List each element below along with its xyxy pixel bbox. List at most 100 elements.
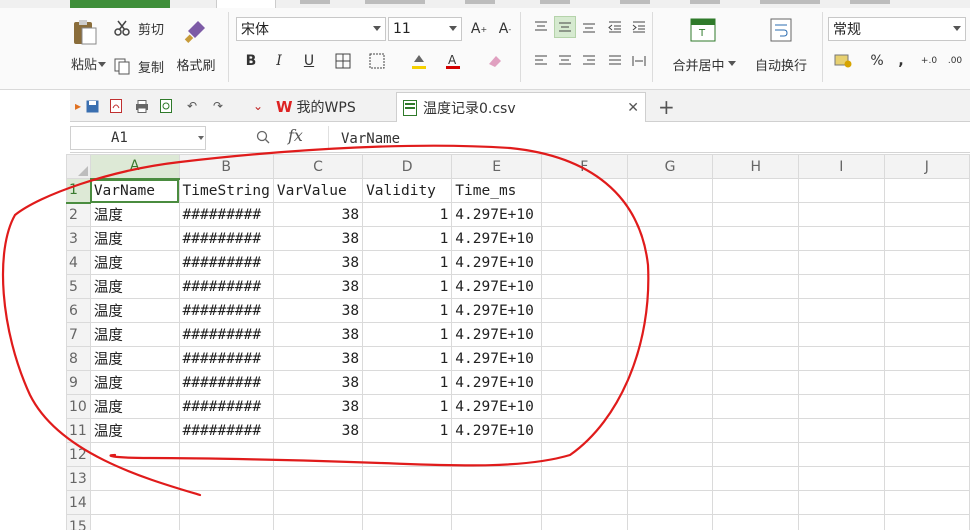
cell-g8[interactable] xyxy=(626,346,714,371)
cell-c8[interactable]: 38 xyxy=(272,346,364,371)
cell-b9[interactable]: ######### xyxy=(178,370,274,395)
cell-d11[interactable]: 1 xyxy=(362,418,453,443)
cell-g2[interactable] xyxy=(626,202,714,227)
cell-i13[interactable] xyxy=(798,466,885,491)
row-header[interactable]: 3 xyxy=(66,226,91,251)
cell-d8[interactable]: 1 xyxy=(362,346,453,371)
wrap-text-icon[interactable] xyxy=(766,16,796,44)
row-header[interactable]: 11 xyxy=(66,418,91,443)
print-icon[interactable] xyxy=(134,98,150,114)
distributed-align-icon[interactable] xyxy=(628,50,650,72)
cell-j13[interactable] xyxy=(883,466,970,491)
row-header[interactable]: 1 xyxy=(66,178,91,204)
row-header[interactable]: 8 xyxy=(66,346,91,371)
cell-a5[interactable]: 温度 xyxy=(89,274,180,299)
cell-e11[interactable]: 4.297E+10 xyxy=(451,418,543,443)
cell-i11[interactable] xyxy=(798,418,885,443)
cell-i2[interactable] xyxy=(798,202,885,227)
cell-c10[interactable]: 38 xyxy=(272,394,364,419)
tab-data[interactable] xyxy=(540,0,570,4)
italic-button[interactable]: I xyxy=(268,50,290,72)
tab-developer[interactable] xyxy=(760,0,820,4)
cell-c6[interactable]: 38 xyxy=(272,298,364,323)
cell-c7[interactable]: 38 xyxy=(272,322,364,347)
align-left-icon[interactable] xyxy=(530,50,552,72)
cell-h15[interactable] xyxy=(712,514,800,530)
cell-h5[interactable] xyxy=(712,274,800,299)
cell-f12[interactable] xyxy=(541,442,628,467)
cell-a13[interactable] xyxy=(89,466,180,491)
cell-fill-pattern-icon[interactable] xyxy=(366,50,388,72)
bold-button[interactable]: B xyxy=(240,50,262,72)
paste-icon[interactable] xyxy=(66,18,104,48)
cell-b8[interactable]: ######### xyxy=(178,346,274,371)
cell-a6[interactable]: 温度 xyxy=(89,298,180,323)
cell-h8[interactable] xyxy=(712,346,800,371)
cell-j4[interactable] xyxy=(883,250,970,275)
cell-f4[interactable] xyxy=(541,250,628,275)
tab-page-layout[interactable] xyxy=(365,0,425,4)
column-header-g[interactable]: G xyxy=(626,154,714,179)
cell-f8[interactable] xyxy=(541,346,628,371)
cell-g11[interactable] xyxy=(626,418,714,443)
cell-c3[interactable]: 38 xyxy=(272,226,364,251)
row-header[interactable]: 4 xyxy=(66,250,91,275)
cell-d5[interactable]: 1 xyxy=(362,274,453,299)
tab-insert[interactable] xyxy=(300,0,330,4)
cell-a15[interactable] xyxy=(89,514,180,530)
cell-h10[interactable] xyxy=(712,394,800,419)
cell-h14[interactable] xyxy=(712,490,800,515)
cell-e8[interactable]: 4.297E+10 xyxy=(451,346,543,371)
cell-g15[interactable] xyxy=(626,514,714,530)
increase-indent-icon[interactable] xyxy=(628,16,650,38)
cell-i3[interactable] xyxy=(798,226,885,251)
cell-g6[interactable] xyxy=(626,298,714,323)
cell-a14[interactable] xyxy=(89,490,180,515)
align-right-icon[interactable] xyxy=(578,50,600,72)
cell-a2[interactable]: 温度 xyxy=(89,202,180,227)
cell-a10[interactable]: 温度 xyxy=(89,394,180,419)
cell-f11[interactable] xyxy=(541,418,628,443)
cell-a9[interactable]: 温度 xyxy=(89,370,180,395)
cell-a7[interactable]: 温度 xyxy=(89,322,180,347)
cell-b4[interactable]: ######### xyxy=(178,250,274,275)
column-header-j[interactable]: J xyxy=(883,154,970,179)
align-center-icon[interactable] xyxy=(554,50,576,72)
number-format-select[interactable]: 常规 xyxy=(828,17,966,41)
insert-function-button[interactable]: fx xyxy=(288,126,303,145)
name-box[interactable]: A1 xyxy=(70,126,206,150)
row-header[interactable]: 5 xyxy=(66,274,91,299)
row-header[interactable]: 14 xyxy=(66,490,91,515)
cell-a12[interactable] xyxy=(89,442,180,467)
comma-style-button[interactable]: , xyxy=(890,50,912,72)
cell-c5[interactable]: 38 xyxy=(272,274,364,299)
decrease-decimal-button[interactable]: .00 xyxy=(944,50,966,72)
cell-j2[interactable] xyxy=(883,202,970,227)
cell-j14[interactable] xyxy=(883,490,970,515)
align-bottom-icon[interactable] xyxy=(578,16,600,38)
cell-e9[interactable]: 4.297E+10 xyxy=(451,370,543,395)
cell-g9[interactable] xyxy=(626,370,714,395)
cell-h2[interactable] xyxy=(712,202,800,227)
export-pdf-icon[interactable] xyxy=(108,98,124,114)
cell-i14[interactable] xyxy=(798,490,885,515)
cell-d2[interactable]: 1 xyxy=(362,202,453,227)
cell-g3[interactable] xyxy=(626,226,714,251)
column-header-h[interactable]: H xyxy=(712,154,800,179)
cell-h13[interactable] xyxy=(712,466,800,491)
cell-e15[interactable] xyxy=(451,514,543,530)
align-top-icon[interactable] xyxy=(530,16,552,38)
cell-f1[interactable] xyxy=(541,178,628,203)
cell-i4[interactable] xyxy=(798,250,885,275)
cell-e12[interactable] xyxy=(451,442,543,467)
print-preview-icon[interactable] xyxy=(158,98,174,114)
column-header-e[interactable]: E xyxy=(451,154,543,179)
percent-button[interactable]: % xyxy=(866,50,888,72)
cell-c9[interactable]: 38 xyxy=(272,370,364,395)
cell-e1[interactable]: Time_ms xyxy=(451,178,543,203)
cell-i1[interactable] xyxy=(798,178,885,203)
fill-color-icon[interactable] xyxy=(408,50,430,72)
cell-g14[interactable] xyxy=(626,490,714,515)
cell-h3[interactable] xyxy=(712,226,800,251)
row-header[interactable]: 10 xyxy=(66,394,91,419)
